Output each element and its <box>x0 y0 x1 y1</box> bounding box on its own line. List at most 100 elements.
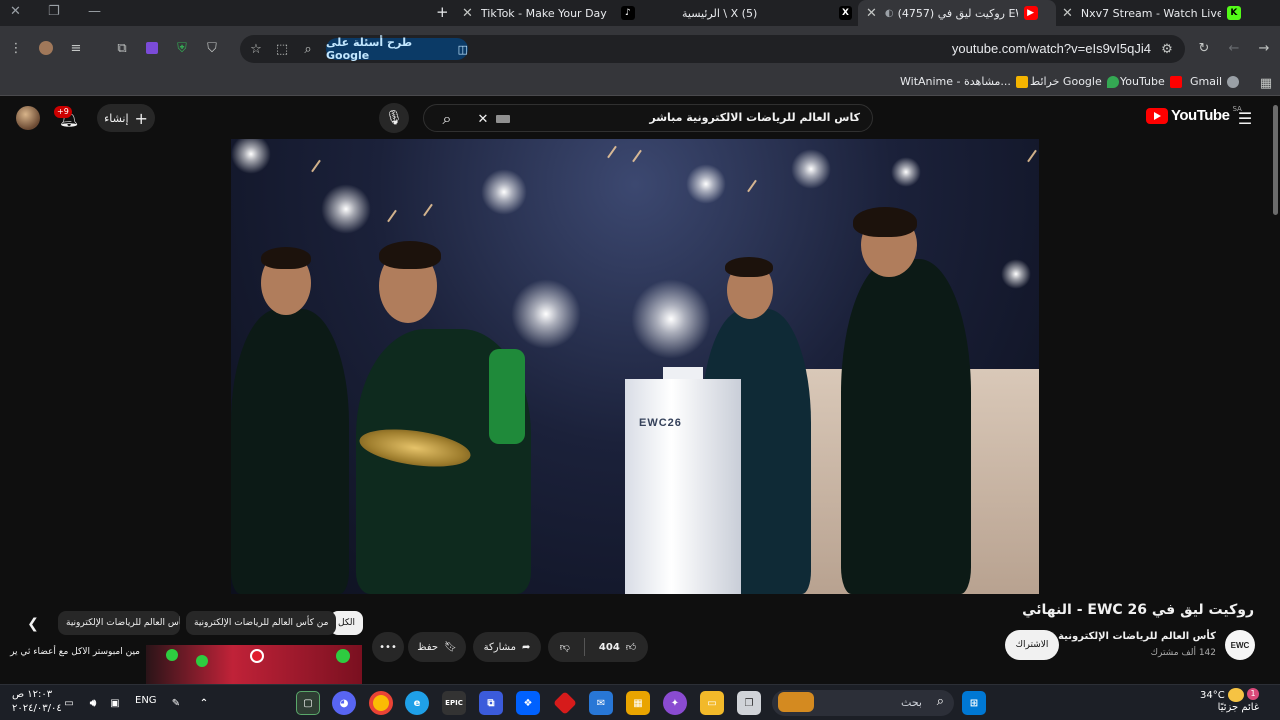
ask-google-button[interactable]: طرح أسئلة على Google ◫ <box>326 36 468 62</box>
adblock-shield-icon[interactable]: ⛨ <box>174 40 190 56</box>
like-icon[interactable]: 👍︎ <box>626 641 636 653</box>
avatar[interactable] <box>16 106 40 130</box>
dislike-icon[interactable]: 👎︎ <box>560 641 570 653</box>
bookmark-youtube[interactable]: YouTube <box>1120 75 1182 88</box>
address-bar[interactable]: ☆ ⬚ ⌕ طرح أسئلة على Google ◫ youtube.com… <box>240 35 1185 63</box>
tab-x[interactable]: (5) X \ الرئيسية X <box>662 0 852 26</box>
chrome-icon[interactable] <box>369 691 393 715</box>
share-button[interactable]: مشاركة ➦ <box>473 632 541 662</box>
youtube-wordmark: YouTube <box>1171 107 1230 124</box>
clear-search-icon[interactable]: ✕ <box>468 104 498 134</box>
shield-icon[interactable]: ⛉ <box>204 40 220 56</box>
tab-tiktok[interactable]: ✕ TikTok - Make Your Day ♪ <box>462 0 652 26</box>
weather-temp: 34°C <box>1200 690 1225 701</box>
all-bookmarks-icon[interactable]: ▦ <box>1258 75 1274 91</box>
discord-icon[interactable]: ◕ <box>332 691 356 715</box>
profile-avatar-icon[interactable] <box>38 40 54 56</box>
url-text[interactable]: youtube.com/watch?v=eIs9vI5qJi4 <box>952 41 1151 56</box>
like-count: 404 <box>598 641 620 653</box>
copilot-icon[interactable]: ✦ <box>663 691 687 715</box>
save-button[interactable]: حفظ 🔖︎ <box>408 632 466 662</box>
youtube-page: 🔔︎ +9 إنشاء + 🎙︎ ⌕ ✕ كاس العالم للرياضات… <box>0 97 1280 684</box>
site-settings-icon[interactable]: ⚙ <box>1159 41 1175 57</box>
microsoft-store-icon[interactable]: ▦ <box>626 691 650 715</box>
page-scrollbar[interactable] <box>1271 97 1280 684</box>
tab-close-icon[interactable]: ✕ <box>1062 6 1073 21</box>
epic-games-icon[interactable]: EPIC <box>442 691 466 715</box>
check-badge-icon <box>166 649 178 661</box>
chevron-left-icon[interactable]: ❮ <box>18 609 48 639</box>
browser-menu-icon[interactable]: ⋮ <box>8 40 24 56</box>
channel-avatar[interactable]: EWC <box>1225 630 1255 660</box>
extension-icon[interactable] <box>144 40 160 56</box>
weather-widget[interactable]: 34°C 1 غائم جزئيًا <box>1200 688 1260 713</box>
show-hidden-icons-chevron-up-icon[interactable]: ⌃ <box>194 691 214 715</box>
red-app-icon[interactable] <box>553 691 577 715</box>
reload-icon[interactable]: ↻ <box>1196 40 1212 56</box>
mail-icon[interactable]: ✉ <box>589 691 613 715</box>
language-indicator[interactable]: ENG <box>135 695 157 706</box>
bookmark-gmail[interactable]: Gmail <box>1190 75 1240 88</box>
windows-start-icon[interactable]: ⊞ <box>962 691 986 715</box>
scroll-thumb[interactable] <box>1273 105 1278 215</box>
network-icon[interactable]: ▣ <box>106 691 124 715</box>
tab-close-icon[interactable]: ✕ <box>462 6 473 21</box>
android-app-icon[interactable]: ▢ <box>296 691 320 715</box>
new-tab-button[interactable]: + <box>436 3 449 21</box>
bookmark-maps[interactable]: خرائط Google <box>1030 75 1119 88</box>
task-view-icon[interactable]: ❐ <box>737 691 761 715</box>
more-actions-button[interactable]: ••• <box>372 632 404 662</box>
create-button[interactable]: إنشاء + <box>97 104 155 132</box>
channel-name[interactable]: كأس العالم للرياضات الإلكترونية ✔ <box>1046 631 1216 642</box>
bookmark-witanime[interactable]: WitAnime - مشاهدة... <box>900 75 1028 88</box>
more-icon: ••• <box>379 641 397 653</box>
subscribe-button[interactable]: الاشتراك <box>1005 630 1059 660</box>
youtube-play-logo-icon <box>1146 107 1168 124</box>
stage-light <box>231 139 271 174</box>
voice-search-microphone-icon[interactable]: 🎙︎ <box>379 103 409 133</box>
chip-topic[interactable]: كأس العالم للرياضات الإلكترونية <box>58 611 180 635</box>
search-input[interactable]: ⌕ ✕ كاس العالم للرياضات الالكترونية مباش… <box>423 104 873 132</box>
youtube-logo[interactable]: YouTube SA <box>1146 105 1242 124</box>
recommendation-title[interactable]: مين امبوستر الاكل مع أعضاء ثي ير <box>0 645 140 660</box>
confetti-spark <box>311 159 321 173</box>
system-clock[interactable]: ١٢:٠٣ ص ٢٠٢٤/٠٣/٠٤ <box>12 688 62 716</box>
search-icon[interactable]: ⌕ <box>432 104 462 134</box>
forward-icon[interactable]: ← <box>1226 40 1242 56</box>
search-icon: ⌕ <box>936 694 944 709</box>
taskbar-search[interactable]: بحث ⌕ <box>772 690 954 716</box>
search-highlight-image <box>778 692 814 712</box>
file-explorer-icon[interactable]: ▭ <box>700 691 724 715</box>
zoom-search-icon[interactable]: ⌕ <box>300 41 316 57</box>
pen-input-icon[interactable]: ✎ <box>166 691 186 715</box>
close-window-icon[interactable]: ✕ <box>10 4 21 19</box>
player-hair <box>261 247 311 269</box>
media-controls-icon[interactable]: ≡ <box>68 40 84 56</box>
install-app-icon[interactable]: ⬚ <box>274 41 290 57</box>
minimize-window-icon[interactable]: — <box>88 4 101 19</box>
audio-playing-icon[interactable]: ◐ <box>885 8 894 19</box>
notification-badge: +9 <box>54 106 72 118</box>
keyboard-icon[interactable] <box>496 115 510 123</box>
stage-light <box>631 279 711 359</box>
extensions-icon[interactable]: ⧉ <box>114 40 130 56</box>
dropbox-icon[interactable]: ❖ <box>516 691 540 715</box>
bookmark-star-icon[interactable]: ☆ <box>248 41 264 57</box>
channel-name-text: كأس العالم للرياضات الإلكترونية <box>1058 631 1216 642</box>
subscriber-count: 142 ألف مشترك <box>1150 648 1216 658</box>
chip-from-channel[interactable]: من كأس العالم للرياضات الإلكترونية <box>186 611 337 635</box>
recommendation-thumbnail[interactable] <box>146 645 362 684</box>
edge-icon[interactable]: e <box>405 691 429 715</box>
google-lens-icon: ◫ <box>457 42 468 56</box>
volume-icon[interactable]: 🔊︎ <box>84 691 102 715</box>
video-player[interactable]: EWC26 <box>231 139 1039 594</box>
tab-close-icon[interactable]: ✕ <box>866 6 877 21</box>
tab-youtube-active[interactable]: ✕ ◐ (4757) روكيت ليق في EWC 26 ▶ <box>858 0 1056 26</box>
tab-kick[interactable]: ✕ Nxv7 Stream - Watch Live on K K <box>1062 0 1252 26</box>
back-icon[interactable]: → <box>1256 40 1272 56</box>
restore-window-icon[interactable]: ❐ <box>48 4 60 19</box>
battery-icon[interactable]: ▭ <box>60 691 78 715</box>
bookmark-label: Gmail <box>1190 75 1223 88</box>
hamburger-menu-icon[interactable]: ☰ <box>1230 103 1260 133</box>
phone-link-icon[interactable]: ⧉ <box>479 691 503 715</box>
